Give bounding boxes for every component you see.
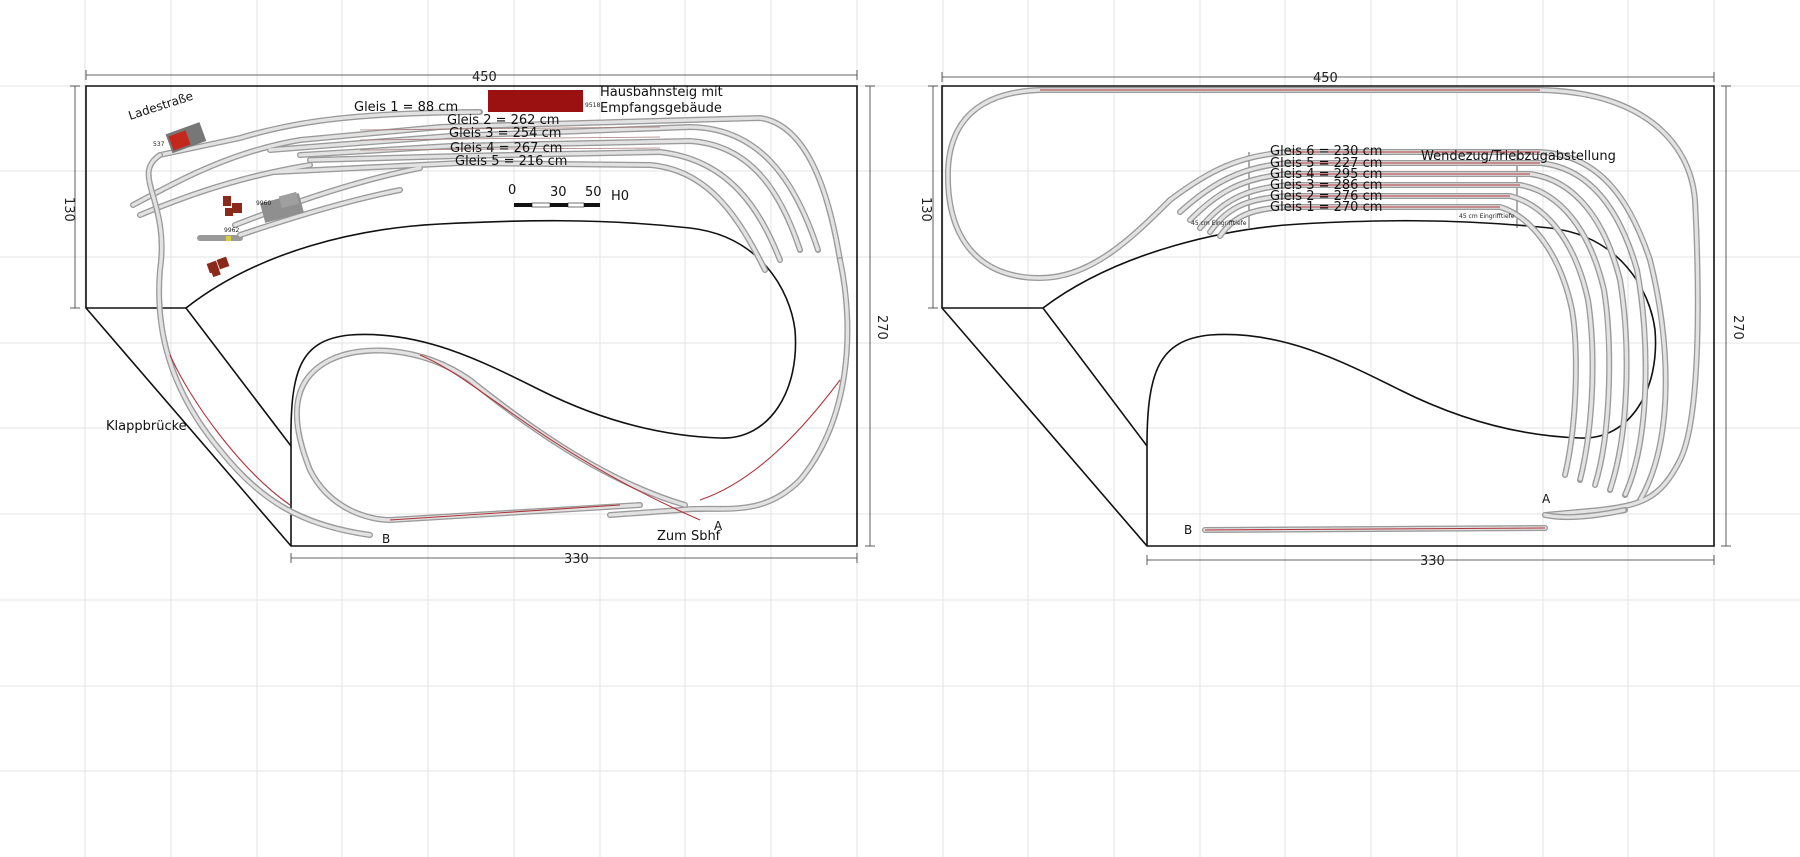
label-hausbahnsteig-2: Empfangsgebäude: [600, 101, 722, 116]
right-dim-top: 450: [1313, 71, 1338, 86]
left-dim-bottom: 330: [564, 552, 589, 567]
label-9962: 9962: [224, 227, 239, 234]
scale-0: 0: [508, 183, 516, 198]
left-dim-left: 130: [61, 197, 76, 222]
scale-unit: H0: [611, 189, 629, 204]
scale-bar: [514, 202, 600, 208]
left-dim-top: 450: [472, 70, 497, 85]
right-board-inner-edge: [942, 307, 1148, 447]
label-zum-sbhf: Zum Sbhf: [657, 529, 721, 544]
right-label-a: A: [1542, 492, 1551, 506]
station-building: [488, 90, 583, 112]
label-klappbruecke: Klappbrücke: [106, 419, 187, 434]
scale-30: 30: [550, 185, 567, 200]
right-landscape-contour: [1042, 219, 1657, 546]
label-ladestrasse: Ladestraße: [127, 89, 195, 123]
small-item-9962: [226, 236, 231, 241]
left-label-a: A: [714, 519, 723, 533]
right-dim-bottom: 330: [1420, 554, 1445, 569]
left-label-b: B: [382, 532, 390, 546]
left-main-loop: [145, 152, 851, 538]
scale-50: 50: [585, 185, 602, 200]
left-landscape-contour-upper: [185, 219, 797, 447]
track-plan-canvas: 450 130 270 330 9518 537 9960 9962 0 30 …: [0, 0, 1800, 857]
label-gleis-5: Gleis 5 = 216 cm: [455, 154, 567, 169]
label-537: 537: [153, 141, 165, 148]
label-gleis-3: Gleis 3 = 254 cm: [449, 126, 561, 141]
right-label-gleis-1: Gleis 1 = 270 cm: [1270, 200, 1382, 215]
right-dim-right: 270: [1730, 315, 1745, 340]
label-hausbahnsteig-1: Hausbahnsteig mit: [600, 85, 723, 100]
label-9960: 9960: [256, 200, 271, 207]
right-plan: 450 130 270 330 Gleis 6 = 230 cm Gleis 5…: [918, 71, 1745, 569]
label-9518: 9518: [585, 102, 600, 109]
label-eingriff-right: 45 cm Eingrifftiefe: [1459, 213, 1515, 220]
left-dim-right: 270: [874, 315, 889, 340]
label-wendezug: Wendezug/Triebzugabstellung: [1421, 149, 1616, 164]
label-gleis-1: Gleis 1 = 88 cm: [354, 100, 458, 115]
label-eingriff-left: 45 cm Eingrifftiefe: [1191, 220, 1247, 227]
right-label-b: B: [1184, 523, 1192, 537]
left-plan: 450 130 270 330 9518 537 9960 9962 0 30 …: [61, 70, 889, 567]
right-dim-left: 130: [918, 197, 933, 222]
